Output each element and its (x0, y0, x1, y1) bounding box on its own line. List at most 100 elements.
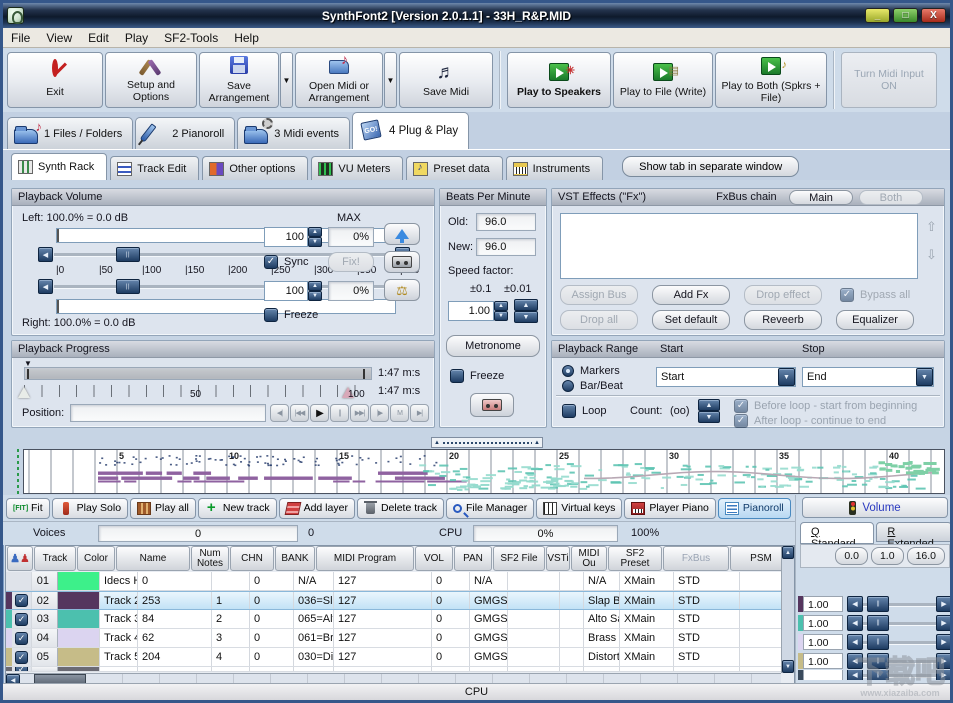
spin-up-icon[interactable]: ▲ (494, 301, 508, 311)
fx-list[interactable] (560, 213, 918, 279)
progress-bar[interactable] (24, 367, 372, 380)
col-header-chn[interactable]: CHN (230, 546, 274, 571)
player-piano-button[interactable]: Player Piano (624, 498, 716, 519)
virtual-keys-button[interactable]: Virtual keys (536, 498, 622, 519)
menu-view[interactable]: View (38, 29, 80, 47)
color-cell[interactable] (58, 610, 100, 628)
fx-move-up-icon[interactable]: ⇧ (926, 219, 937, 235)
col-header-sf2-preset[interactable]: SF2 Preset (608, 546, 662, 571)
spin-up-icon[interactable]: ▲ (698, 399, 720, 411)
subtab-instruments[interactable]: Instruments (506, 156, 603, 180)
slider-right-arrow-icon[interactable]: ▶ (936, 615, 952, 631)
start-dropdown[interactable]: Start ▼ (656, 367, 796, 387)
volume-tab-standard[interactable]: Q Standard (800, 522, 874, 544)
track-row-04[interactable]: ✓04Track 46230061=Brass Sec1270GMGSx.sf2… (6, 629, 794, 648)
spin-down-icon[interactable]: ▼ (698, 411, 720, 423)
track-row-05[interactable]: ✓05Track 520440030=Distortion G1270GMGSx… (6, 648, 794, 667)
bar-beat-radio[interactable] (562, 380, 574, 392)
subtab-track-edit[interactable]: Track Edit (110, 156, 199, 180)
scroll-up-icon[interactable]: ▲ (782, 546, 794, 559)
color-cell[interactable] (58, 572, 100, 590)
cell-num[interactable]: 06 (32, 667, 58, 671)
after-loop-checkbox[interactable]: ✓ (734, 414, 748, 428)
color-cell[interactable] (58, 667, 100, 671)
slider-right-arrow-icon[interactable]: ▶ (936, 634, 952, 650)
slider-thumb[interactable]: || (116, 279, 140, 294)
open-midi-or-arrangement-button[interactable]: Open Midi or Arrangement (295, 52, 383, 108)
show-tab-separate-window-button[interactable]: Show tab in separate window (622, 156, 799, 177)
delete-track-button[interactable]: Delete track (357, 498, 444, 519)
slider-thumb[interactable]: || (116, 247, 140, 262)
record-volume-button[interactable] (384, 251, 420, 273)
cell-num[interactable]: 04 (32, 629, 58, 647)
color-cell[interactable] (58, 629, 100, 647)
count-spinner[interactable]: ▲ ▼ (698, 399, 720, 423)
menu-file[interactable]: File (3, 29, 38, 47)
slider-thumb[interactable]: || (867, 615, 889, 631)
cell-num[interactable]: 03 (32, 610, 58, 628)
tab-plug-play[interactable]: GO!4 Plug & Play (352, 112, 469, 149)
col-header-midi-program[interactable]: MIDI Program (316, 546, 414, 571)
minimize-button[interactable]: _ (865, 8, 890, 23)
save-arrangement-dropdown-icon[interactable]: ▼ (280, 52, 293, 108)
col-header-num-notes[interactable]: Num Notes (191, 546, 229, 571)
max-volume-button[interactable] (384, 223, 420, 245)
color-cell[interactable] (58, 648, 100, 666)
slider-left-arrow-icon[interactable]: ◀ (38, 279, 53, 294)
subtab-other-options[interactable]: Other options (202, 156, 308, 180)
fxbus-both-button[interactable]: Both (859, 190, 923, 205)
volume-slider[interactable]: ◀||▶ (847, 596, 952, 612)
position-input[interactable] (70, 404, 266, 422)
setup-and-options-button[interactable]: Setup and Options (105, 52, 197, 108)
subtab-synth-rack[interactable]: Synth Rack (11, 153, 107, 180)
save-midi-button[interactable]: ♬Save Midi (399, 52, 493, 108)
spin-down-icon[interactable]: ▼ (514, 311, 538, 323)
bpm-freeze-checkbox[interactable] (450, 369, 464, 383)
tab-midi-events[interactable]: 3 Midi events (237, 117, 350, 149)
rewind-bar-button[interactable]: ◀| (270, 404, 289, 422)
col-header-name[interactable]: Name (116, 546, 190, 571)
volume-slider[interactable]: ◀||▶ (847, 615, 952, 631)
play-all-button[interactable]: Play all (130, 498, 196, 519)
pianoroll-button[interactable]: Pianoroll (718, 498, 791, 519)
open-midi-or-arrangement-dropdown-icon[interactable]: ▼ (384, 52, 397, 108)
spin-up-icon[interactable]: ▲ (308, 227, 322, 237)
col-header-vol[interactable]: VOL (415, 546, 453, 571)
fast-forward-button[interactable]: ▶▶| (350, 404, 369, 422)
cell-num[interactable]: 05 (32, 648, 58, 666)
assign-bus-button[interactable]: Assign Bus (560, 285, 638, 305)
left-volume-spinner[interactable]: 100 ▲▼ (264, 227, 322, 247)
set-default-button[interactable]: Set default (652, 310, 730, 330)
play-to-speakers-button[interactable]: ✳Play to Speakers (507, 52, 611, 108)
subtab-vu-meters[interactable]: VU Meters (311, 156, 403, 180)
slider-value[interactable]: 1.00 (803, 596, 843, 612)
pianoroll-canvas[interactable]: 510152025303540 (23, 449, 945, 494)
spin-down-icon[interactable]: ▼ (308, 237, 322, 247)
row-checkbox[interactable]: ✓ (15, 632, 28, 645)
dropdown-arrow-icon[interactable]: ▼ (916, 368, 933, 386)
volume-button[interactable]: Volume (802, 497, 948, 518)
maximize-button[interactable]: □ (893, 8, 918, 23)
play-to-file-button[interactable]: ▤Play to File (Write) (613, 52, 713, 108)
spin-down-icon[interactable]: ▼ (308, 291, 322, 301)
cell-num[interactable]: 02 (32, 592, 58, 609)
menu-sf2-tools[interactable]: SF2-Tools (156, 29, 226, 47)
add-layer-button[interactable]: Add layer (279, 498, 355, 519)
turn-midi-input-on-button[interactable]: Turn Midi Input ON (841, 52, 937, 108)
menu-play[interactable]: Play (117, 29, 156, 47)
mute-button[interactable]: M (390, 404, 409, 422)
fit-button[interactable]: Fit (6, 498, 50, 519)
tab-files-folders[interactable]: ♪1 Files / Folders (7, 117, 133, 149)
menu-edit[interactable]: Edit (80, 29, 117, 47)
volume-freeze-checkbox[interactable] (264, 308, 278, 322)
bpm-record-button[interactable] (470, 393, 514, 417)
cell-num[interactable]: 01 (32, 572, 58, 590)
fxbus-main-button[interactable]: Main (789, 190, 853, 205)
scroll-down-icon[interactable]: ▼ (782, 660, 794, 673)
speed-factor-fine-spinner[interactable]: ▲ ▼ (514, 299, 538, 323)
track-row-03[interactable]: ✓03Track 38420065=Alto Sax1270GMGSx.sf2A… (6, 610, 794, 629)
slider-left-arrow-icon[interactable]: ◀ (847, 653, 863, 669)
close-button[interactable]: X (921, 8, 946, 23)
speed-factor-spinner[interactable]: 1.00 ▲▼ (448, 301, 508, 321)
reveerb-button[interactable]: Reveerb (744, 310, 822, 330)
